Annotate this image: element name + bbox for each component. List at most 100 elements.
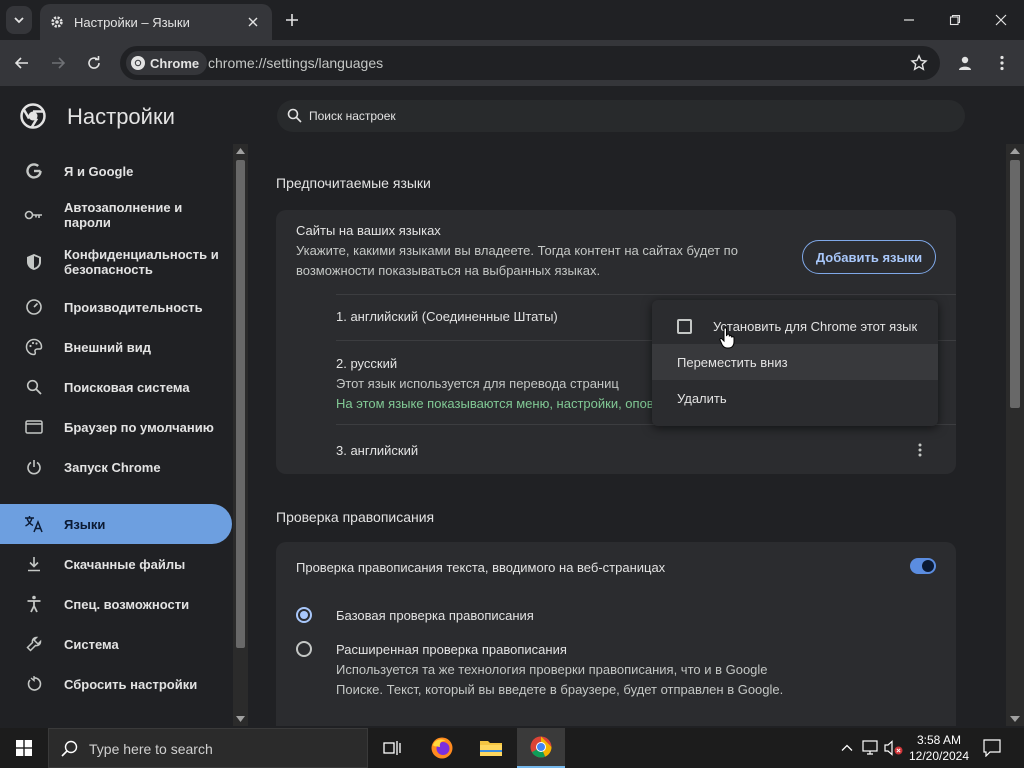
add-languages-button[interactable]: Добавить языки (802, 240, 936, 274)
content-scrollbar-thumb[interactable] (1010, 160, 1020, 408)
sidebar-item-label: Скачанные файлы (64, 556, 186, 572)
chevron-up-icon[interactable] (840, 741, 854, 755)
reset-icon (24, 674, 44, 694)
person-icon (959, 56, 971, 70)
google-g-icon (24, 161, 44, 181)
taskbar-search-input[interactable]: Type here to search (48, 728, 368, 768)
sidebar-item-privacy[interactable]: Конфиденциальность и безопасность (0, 242, 232, 282)
tab-search-button[interactable] (6, 6, 32, 34)
sidebar-item-system[interactable]: Система (0, 624, 232, 664)
sidebar-item-you-and-google[interactable]: Я и Google (0, 151, 232, 191)
plus-icon (286, 14, 298, 26)
browser-tab[interactable]: Настройки – Языки (40, 4, 272, 40)
settings-search-input[interactable]: Поиск настроек (277, 100, 965, 132)
minimize-button[interactable] (886, 0, 932, 40)
sidebar-item-label: Система (64, 636, 119, 652)
enhanced-spellcheck-desc-line1: Используется та же технология проверки п… (336, 662, 768, 677)
sidebar-scrollbar[interactable] (233, 144, 248, 726)
scroll-up-arrow-icon[interactable] (1010, 148, 1020, 154)
tab-close-button[interactable] (244, 13, 262, 31)
reload-button[interactable] (80, 49, 108, 77)
site-info-chip[interactable]: Chrome (126, 51, 208, 75)
sidebar-item-languages[interactable]: Языки (0, 504, 232, 544)
sidebar-item-search-engine[interactable]: Поисковая система (0, 367, 232, 407)
preferred-languages-title: Предпочитаемые языки (276, 175, 431, 191)
title-bar: Настройки – Языки (0, 0, 1024, 40)
network-icon[interactable] (862, 740, 880, 756)
translate-icon (24, 514, 44, 534)
folder-icon (480, 741, 502, 756)
menu-item-set-chrome-language[interactable]: Установить для Chrome этот язык (652, 308, 938, 344)
chrome-logo-icon (20, 103, 46, 129)
profile-button[interactable] (951, 49, 979, 77)
basic-spellcheck-radio[interactable] (296, 607, 312, 623)
language-item-2-note-ui: На этом языке показываются меню, настрой… (336, 396, 701, 411)
arrow-left-icon (14, 57, 28, 69)
divider (336, 294, 956, 295)
sidebar-item-reset[interactable]: Сбросить настройки (0, 664, 232, 704)
chevron-down-icon (14, 17, 24, 24)
scroll-up-arrow-icon[interactable] (236, 148, 245, 154)
more-vert-icon (918, 443, 922, 457)
firefox-icon (431, 737, 453, 759)
menu-item-move-down[interactable]: Переместить вниз (652, 344, 938, 380)
language-item-3-more-button[interactable] (910, 440, 930, 460)
sidebar-item-accessibility[interactable]: Спец. возможности (0, 584, 232, 624)
wrench-icon (24, 634, 44, 654)
chrome-taskbar-button[interactable] (517, 728, 565, 768)
scroll-down-arrow-icon[interactable] (1010, 716, 1020, 722)
back-button[interactable] (8, 49, 36, 77)
sidebar-item-performance[interactable]: Производительность (0, 287, 232, 327)
restore-icon (949, 14, 961, 26)
minimize-icon (904, 19, 914, 21)
close-icon (995, 14, 1007, 26)
power-icon (24, 457, 44, 477)
spellcheck-toggle[interactable] (910, 558, 936, 574)
more-vert-icon (1000, 55, 1004, 71)
page-title: Настройки (67, 104, 175, 129)
sidebar-item-label: Спец. возможности (64, 596, 190, 612)
enhanced-spellcheck-radio[interactable] (296, 641, 312, 657)
volume-muted-icon[interactable] (884, 740, 904, 756)
enhanced-spellcheck-desc-line2: Поиске. Текст, который вы введете в брау… (336, 682, 784, 697)
language-item-3: 3. английский (336, 443, 419, 458)
sidebar-scrollbar-thumb[interactable] (236, 160, 245, 648)
address-bar[interactable]: Chrome chrome://settings/languages (120, 46, 940, 80)
reload-icon (88, 56, 100, 69)
settings-sidebar: Я и Google Автозаполнение и пароли Конфи… (0, 144, 248, 726)
menu-item-label: Переместить вниз (677, 354, 788, 370)
sidebar-item-default-browser[interactable]: Браузер по умолчанию (0, 407, 232, 447)
scroll-down-arrow-icon[interactable] (236, 716, 245, 722)
task-view-button[interactable] (368, 728, 416, 768)
menu-item-label: Удалить (677, 390, 727, 406)
content-scrollbar[interactable] (1006, 144, 1024, 726)
new-tab-button[interactable] (282, 10, 302, 30)
palette-icon (24, 337, 44, 357)
sidebar-item-autofill[interactable]: Автозаполнение и пароли (0, 195, 232, 235)
spellcheck-toggle-label: Проверка правописания текста, вводимого … (296, 560, 666, 575)
hand-cursor-icon (719, 327, 735, 349)
card-title: Сайты на ваших языках (296, 223, 441, 238)
close-window-button[interactable] (978, 0, 1024, 40)
firefox-taskbar-button[interactable] (418, 728, 466, 768)
sidebar-item-label: Конфиденциальность и безопасность (64, 247, 219, 277)
sidebar-item-appearance[interactable]: Внешний вид (0, 327, 232, 367)
basic-spellcheck-label: Базовая проверка правописания (336, 608, 534, 623)
start-button[interactable] (0, 728, 48, 768)
forward-button[interactable] (44, 49, 72, 77)
menu-button[interactable] (988, 49, 1016, 77)
file-explorer-taskbar-button[interactable] (467, 728, 515, 768)
notifications-icon[interactable] (983, 739, 1001, 757)
sidebar-item-downloads[interactable]: Скачанные файлы (0, 544, 232, 584)
key-icon (24, 205, 44, 225)
menu-item-remove[interactable]: Удалить (652, 380, 938, 416)
menu-item-label: Установить для Chrome этот язык (713, 318, 918, 334)
sidebar-item-label: Производительность (64, 299, 203, 315)
enhanced-spellcheck-label: Расширенная проверка правописания (336, 642, 567, 657)
set-chrome-language-checkbox[interactable] (677, 319, 692, 334)
sidebar-item-label: Языки (64, 516, 106, 532)
system-clock[interactable]: 3:58 AM 12/20/2024 (906, 732, 972, 764)
restore-button[interactable] (932, 0, 978, 40)
bookmark-star-icon[interactable] (910, 54, 928, 72)
sidebar-item-on-startup[interactable]: Запуск Chrome (0, 447, 232, 487)
